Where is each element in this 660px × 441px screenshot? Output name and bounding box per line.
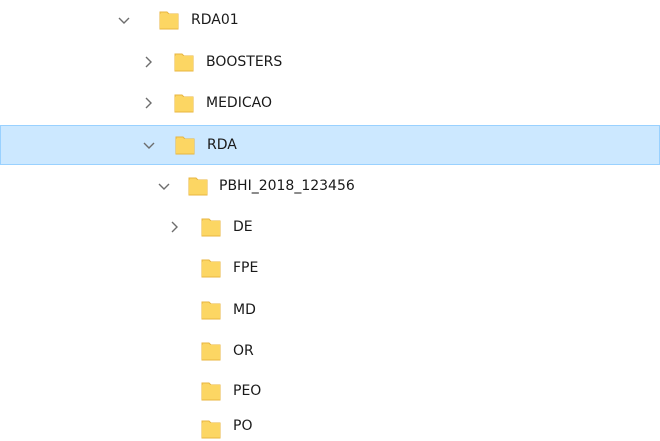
tree-item-label: BOOSTERS: [206, 54, 283, 70]
tree-item-label: OR: [233, 343, 254, 359]
tree-item-label: RDA01: [191, 12, 239, 28]
chevron-right-icon[interactable]: [140, 95, 156, 111]
tree-item-fpe[interactable]: FPE: [0, 248, 660, 288]
chevron-down-icon[interactable]: [141, 137, 157, 153]
tree-item-de[interactable]: DE: [0, 207, 660, 247]
chevron-down-icon[interactable]: [156, 178, 172, 194]
tree-item-boosters[interactable]: BOOSTERS: [0, 42, 660, 82]
folder-icon: [200, 380, 222, 402]
folder-icon: [173, 92, 195, 114]
tree-item-label: FPE: [233, 260, 259, 276]
folder-icon: [173, 51, 195, 73]
tree-item-rda01[interactable]: RDA01: [0, 0, 660, 40]
tree-item-label: PBHI_2018_123456: [219, 178, 355, 194]
tree-item-peo[interactable]: PEO: [0, 371, 660, 411]
folder-icon: [200, 418, 222, 440]
folder-icon: [187, 175, 209, 197]
tree-item-label: RDA: [207, 137, 237, 153]
folder-icon: [200, 257, 222, 279]
tree-item-label: MD: [233, 302, 256, 318]
tree-item-or[interactable]: OR: [0, 331, 660, 371]
tree-item-label: DE: [233, 219, 253, 235]
tree-item-label: MEDICAO: [206, 95, 272, 111]
chevron-right-icon[interactable]: [166, 219, 182, 235]
tree-item-pbhi-2018-123456[interactable]: PBHI_2018_123456: [0, 166, 660, 206]
tree-item-label: PEO: [233, 383, 262, 399]
folder-icon: [174, 134, 196, 156]
folder-icon: [200, 216, 222, 238]
tree-item-label: PO: [233, 418, 253, 434]
folder-icon: [200, 299, 222, 321]
chevron-right-icon[interactable]: [140, 54, 156, 70]
chevron-down-icon[interactable]: [116, 12, 132, 28]
folder-tree: RDA01 BOOSTERS MEDICAO RDA PBHI_2018_123…: [0, 0, 660, 441]
tree-item-md[interactable]: MD: [0, 290, 660, 330]
tree-item-po[interactable]: PO: [0, 411, 660, 441]
folder-icon: [200, 340, 222, 362]
folder-icon: [158, 9, 180, 31]
tree-item-rda[interactable]: RDA: [0, 125, 660, 165]
tree-item-medicao[interactable]: MEDICAO: [0, 83, 660, 123]
